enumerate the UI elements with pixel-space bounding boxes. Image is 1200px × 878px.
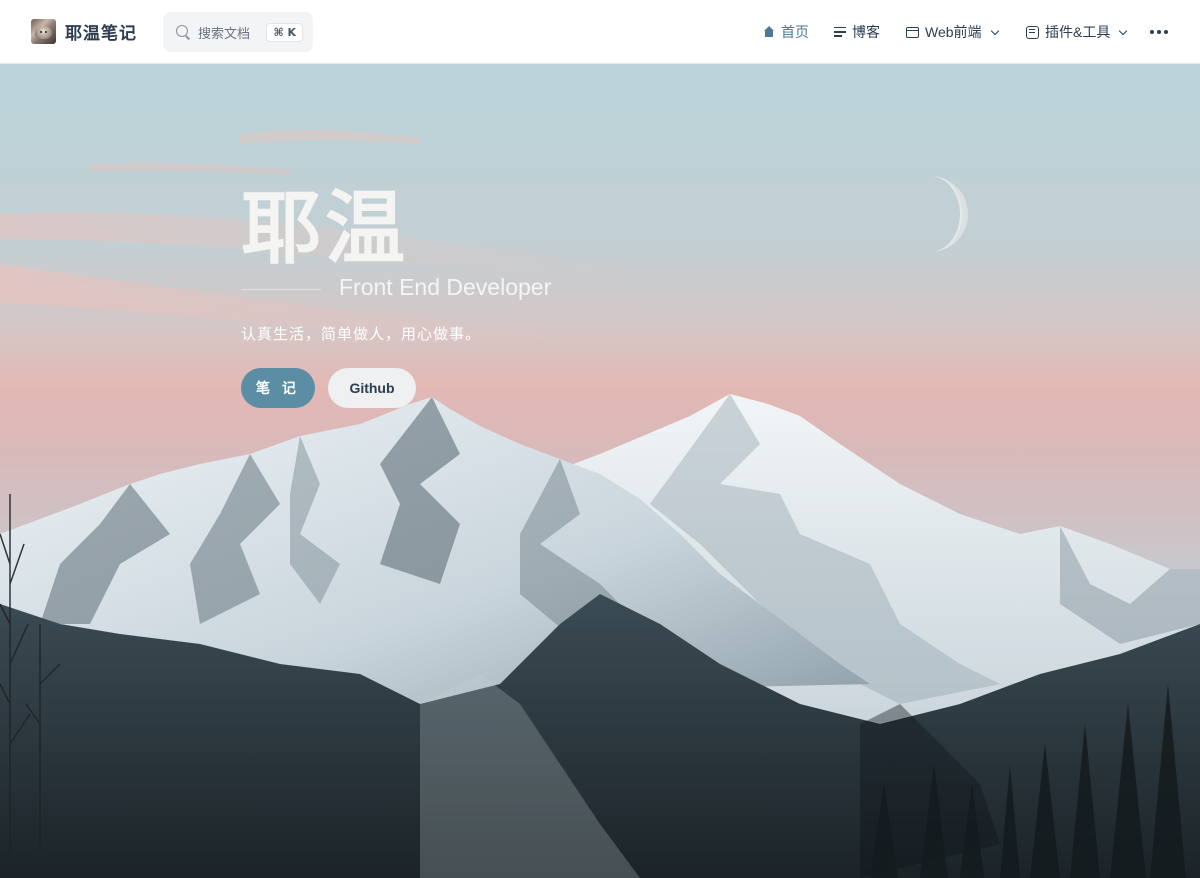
hero-actions: 笔 记 Github <box>241 368 481 408</box>
hero-description: 认真生活，简单做人，用心做事。 <box>241 326 482 343</box>
nav-item-blog[interactable]: 博客 <box>834 22 880 42</box>
search-placeholder: 搜索文档 <box>198 25 251 41</box>
nav-item-label: 首页 <box>781 24 809 40</box>
nav-item-tools[interactable]: 插件&工具 <box>1026 22 1128 42</box>
notes-button[interactable]: 笔 记 <box>241 368 315 408</box>
search-icon <box>175 24 191 40</box>
hero-banner: 耶温 Front End Developer 认真生活，简单做人，用心做事。 笔… <box>0 64 1200 878</box>
tool-icon <box>1026 25 1039 39</box>
tagline-divider <box>241 289 321 290</box>
search-shortcut-badge: ⌘ K <box>266 22 303 42</box>
more-menu-button[interactable] <box>1150 30 1168 34</box>
search-box[interactable]: 搜索文档 ⌘ K <box>163 12 313 52</box>
moon-image <box>930 176 968 252</box>
chevron-down-icon <box>1119 26 1128 35</box>
nav-item-label: Web前端 <box>925 24 982 40</box>
hero-content: 耶温 Front End Developer 认真生活，简单做人，用心做事。 笔… <box>241 182 551 408</box>
mountain-landscape-image <box>0 129 1200 878</box>
site-title: 耶温笔记 <box>65 24 137 43</box>
nav-item-label: 博客 <box>852 24 880 40</box>
avatar-logo <box>31 19 56 44</box>
home-icon <box>763 26 775 38</box>
hero-tagline-row: Front End Developer <box>241 269 551 309</box>
brand-link[interactable]: 耶温笔记 <box>31 19 137 44</box>
nav-item-home[interactable]: 首页 <box>763 22 809 42</box>
more-dots-icon <box>1150 30 1168 34</box>
hero-title: 耶温 <box>241 182 409 275</box>
nav-item-label: 插件&工具 <box>1045 24 1111 40</box>
chevron-down-icon <box>990 26 999 35</box>
nav-item-web-frontend[interactable]: Web前端 <box>906 22 999 42</box>
top-navbar: 耶温笔记 搜索文档 ⌘ K 首页 博客 Web前端 插件&工具 <box>0 0 1200 64</box>
list-icon <box>834 27 846 37</box>
window-icon <box>906 26 919 38</box>
hero-tagline: Front End Developer <box>339 274 552 300</box>
github-button[interactable]: Github <box>328 368 416 408</box>
